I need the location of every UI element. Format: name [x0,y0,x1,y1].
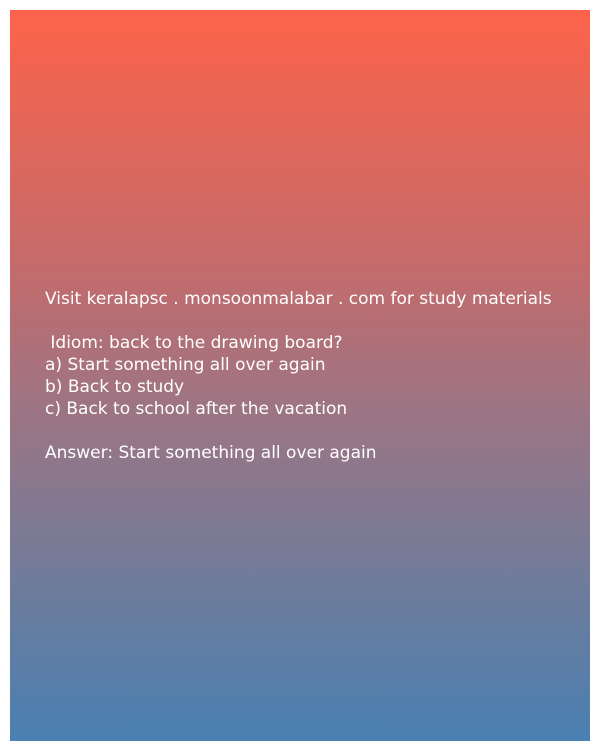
option-b: b) Back to study [45,377,185,397]
quiz-text-block: Visit keralapsc . monsoonmalabar . com f… [45,288,585,464]
quiz-card: Visit keralapsc . monsoonmalabar . com f… [10,10,590,741]
option-c: c) Back to school after the vacation [45,399,348,419]
answer-line: Answer: Start something all over again [45,443,377,463]
option-a: a) Start something all over again [45,355,326,375]
question-line: Idiom: back to the drawing board? [45,333,343,353]
promo-line: Visit keralapsc . monsoonmalabar . com f… [45,289,552,309]
